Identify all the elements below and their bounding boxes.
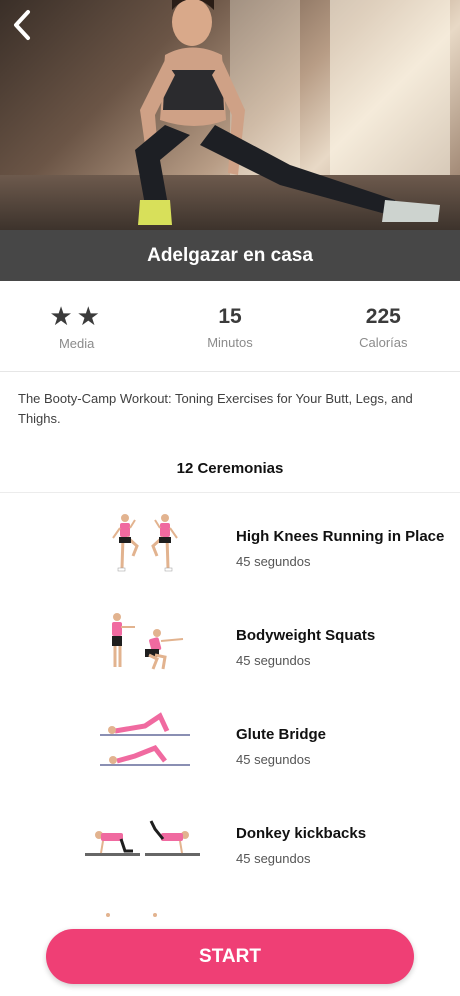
stat-value: 15 <box>218 304 242 328</box>
exercise-item[interactable]: Bodyweight Squats 45 segundos <box>0 607 460 705</box>
glute-bridge-illustration <box>100 712 190 766</box>
high-knees-illustration <box>112 514 178 572</box>
page-title: Adelgazar en casa <box>147 244 313 266</box>
stats-row: ★★ Media 15 Minutos 225 Calorías <box>0 281 460 372</box>
stat-label: Minutos <box>207 334 253 350</box>
stat-label: Media <box>58 335 95 351</box>
exercise-duration: 45 segundos <box>236 752 311 767</box>
exercise-duration: 45 segundos <box>236 851 311 866</box>
hero-image <box>0 0 460 230</box>
stat-minutes: 15 Minutos <box>153 281 306 371</box>
athlete-figure <box>135 0 440 225</box>
exercise-item[interactable]: Glute Bridge 45 segundos <box>0 706 460 804</box>
donkey-kickbacks-illustration <box>85 820 200 856</box>
title-bar: Adelgazar en casa <box>0 230 460 281</box>
exercise-name: Bodyweight Squats <box>236 627 376 644</box>
exercise-item[interactable]: High Knees Running in Place 45 segundos <box>0 508 460 606</box>
exercise-count: 12 Ceremonias <box>176 460 284 477</box>
stat-calories: 225 Calorías <box>307 281 460 371</box>
divider <box>0 492 460 493</box>
exercise-duration: 45 segundos <box>236 653 311 668</box>
stat-label: Calorías <box>359 334 408 350</box>
exercise-name: High Knees Running in Place <box>236 528 445 545</box>
workout-description: The Booty-Camp Workout: Toning Exercises… <box>18 391 413 426</box>
next-exercise-peek <box>106 913 157 917</box>
exercise-item[interactable]: Donkey kickbacks 45 segundos <box>0 805 460 903</box>
exercise-duration: 45 segundos <box>236 554 311 569</box>
stat-level: ★★ Media <box>0 281 153 371</box>
exercise-name: Glute Bridge <box>236 726 327 743</box>
chevron-left-icon[interactable] <box>8 8 36 42</box>
stat-value: 225 <box>365 304 401 328</box>
difficulty-stars: ★★ <box>49 300 104 331</box>
exercise-name: Donkey kickbacks <box>236 825 367 842</box>
squats-illustration <box>112 613 184 670</box>
start-button[interactable]: START <box>46 929 414 984</box>
